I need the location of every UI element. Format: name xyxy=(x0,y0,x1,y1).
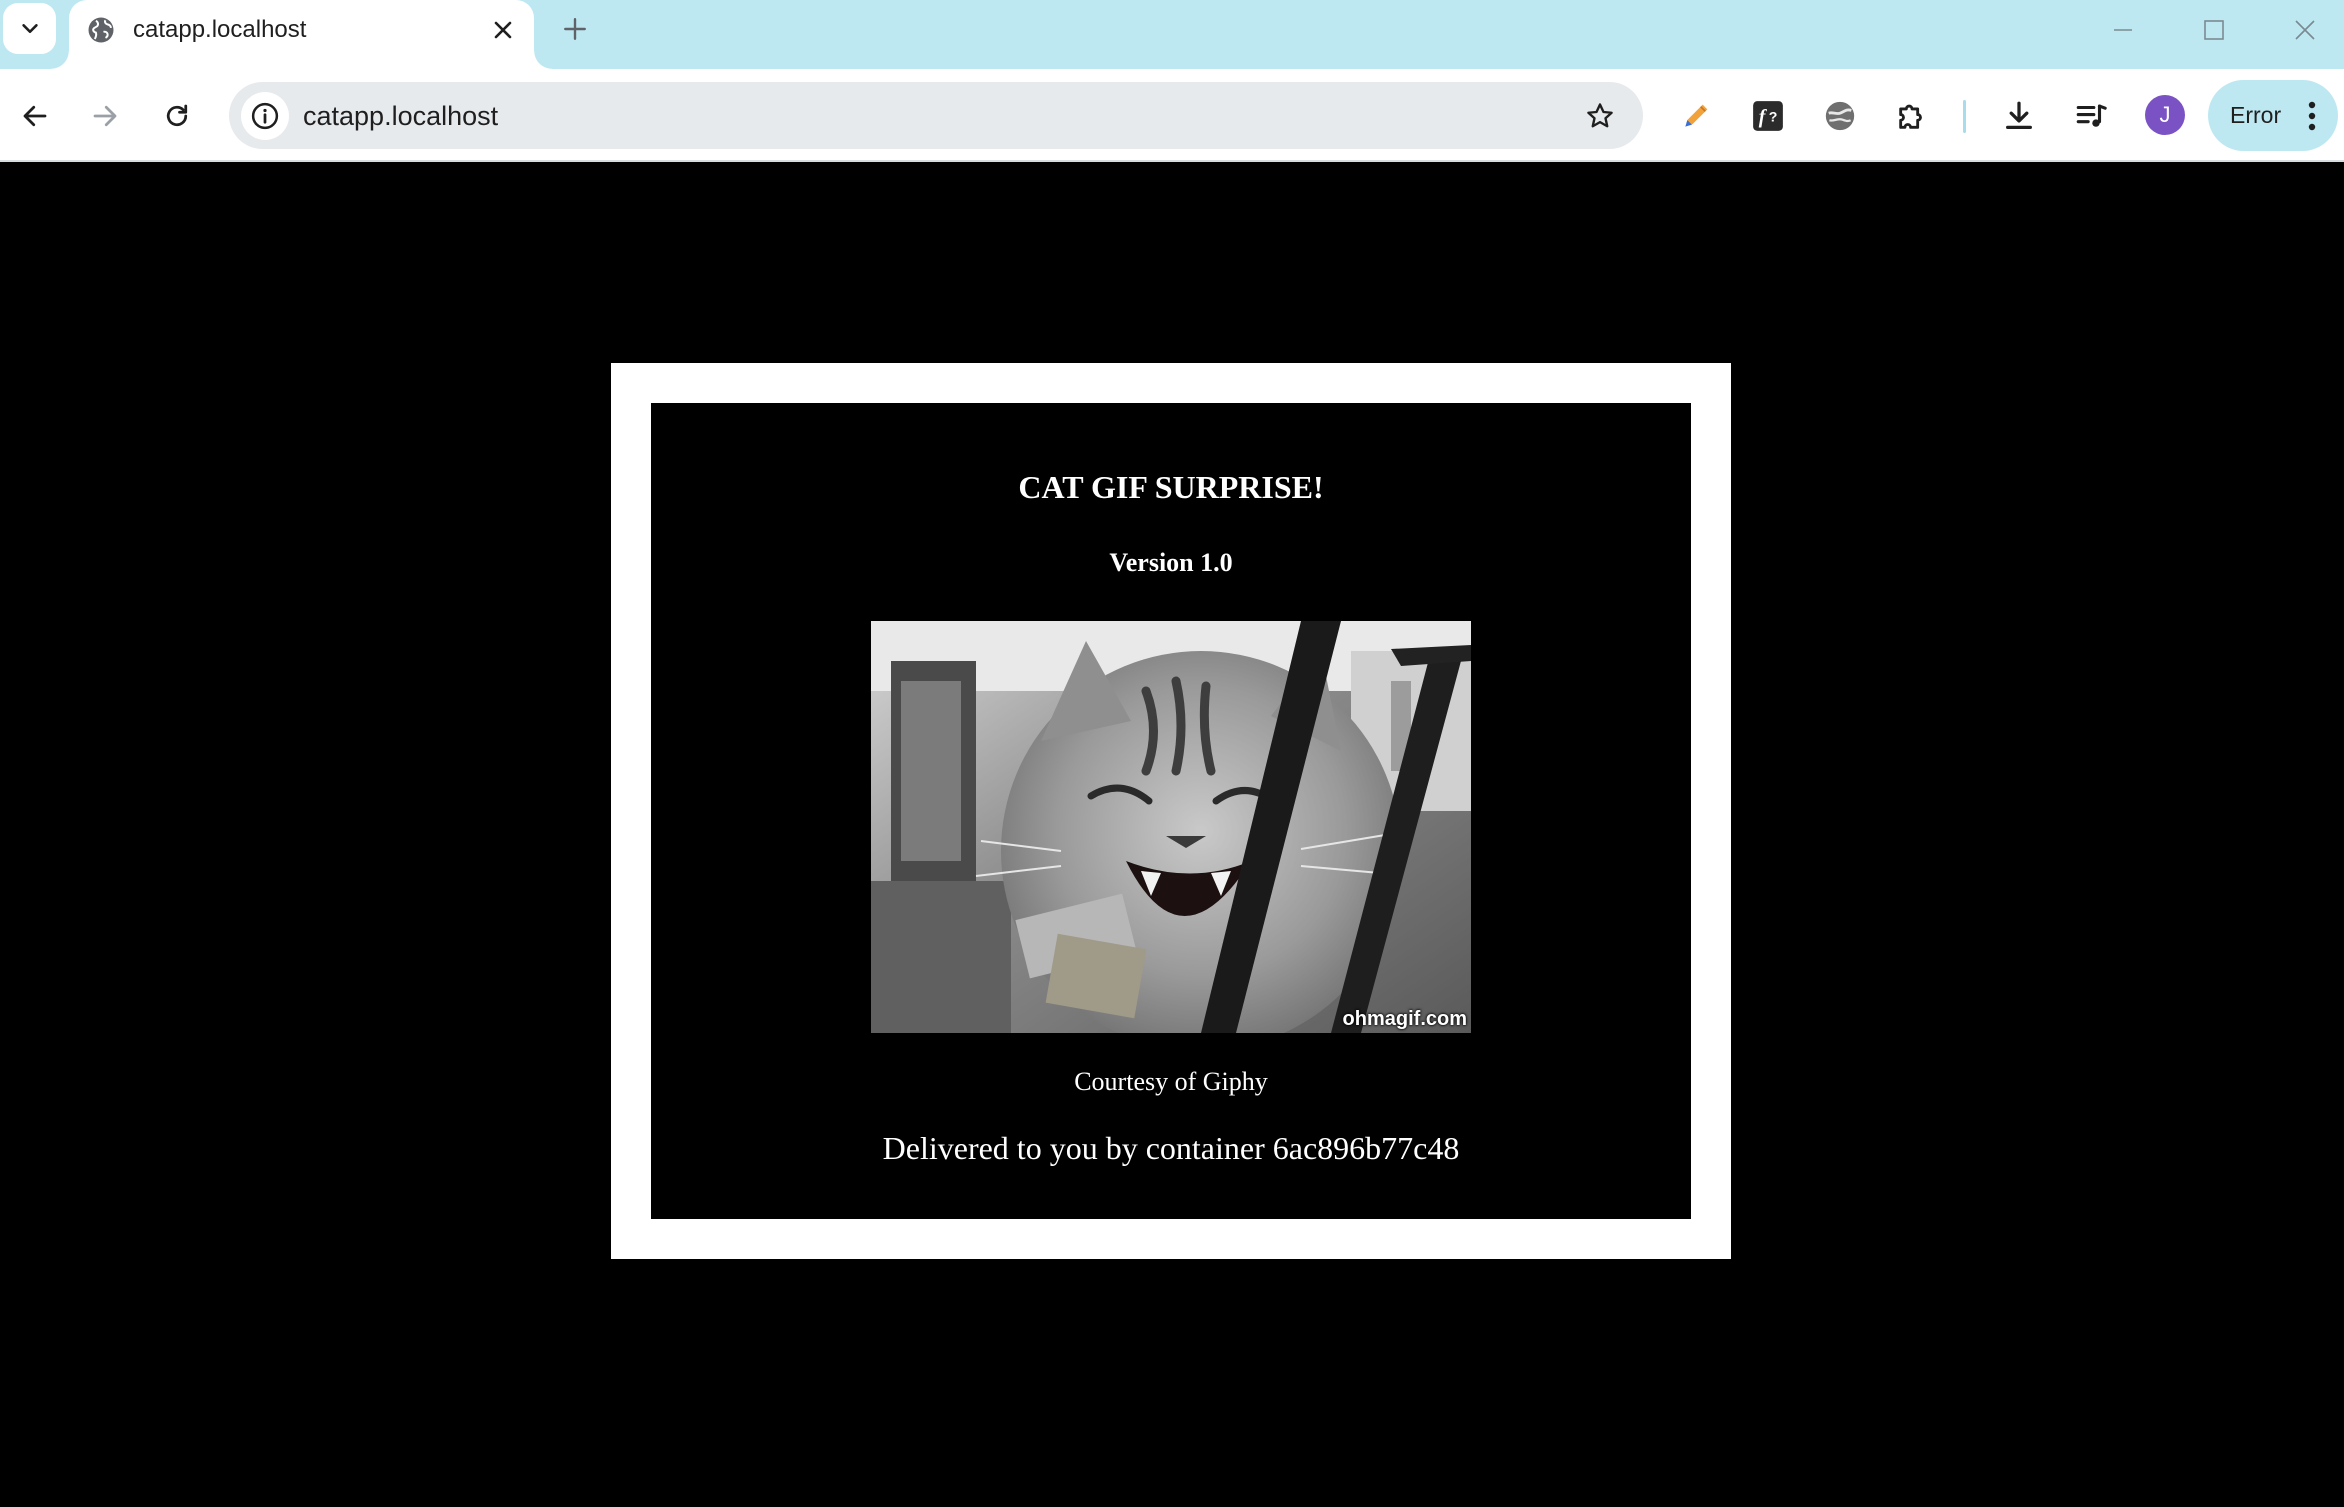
download-icon xyxy=(2002,99,2036,133)
profile-avatar[interactable]: J xyxy=(2145,95,2185,135)
chevron-down-icon xyxy=(19,18,41,40)
new-tab-button[interactable] xyxy=(555,9,595,49)
error-label: Error xyxy=(2230,102,2282,128)
reload-button[interactable] xyxy=(154,93,200,139)
globe-extension-button[interactable] xyxy=(1817,93,1863,139)
bookmark-button[interactable] xyxy=(1579,95,1621,137)
minimize-icon xyxy=(2112,19,2134,41)
function-extension-button[interactable]: f ? xyxy=(1745,93,1791,139)
star-icon xyxy=(1585,101,1615,131)
maximize-button[interactable] xyxy=(2184,6,2244,54)
reload-icon xyxy=(162,101,192,131)
page-title: CAT GIF SURPRISE! xyxy=(1018,469,1324,505)
version-label: Version 1.0 xyxy=(1109,548,1233,577)
page-viewport: CAT GIF SURPRISE! Version 1.0 ohmagif.co… xyxy=(0,162,2344,1507)
close-icon[interactable] xyxy=(486,13,520,47)
toolbar: catapp.localhost f ? J Error xyxy=(0,69,2344,162)
toolbar-separator xyxy=(1963,100,1966,133)
cat-gif-image: ohmagif.com xyxy=(871,621,1471,1033)
tab-search-button[interactable] xyxy=(3,3,56,54)
image-watermark: ohmagif.com xyxy=(1342,1008,1467,1030)
url-text[interactable]: catapp.localhost xyxy=(303,100,498,132)
maximize-icon xyxy=(2203,19,2225,41)
tab-title: catapp.localhost xyxy=(133,16,307,43)
arrow-right-icon xyxy=(90,101,120,131)
back-button[interactable] xyxy=(12,93,58,139)
tab-catapp[interactable]: catapp.localhost xyxy=(51,0,552,69)
globe-icon xyxy=(1823,99,1857,133)
tab-strip: catapp.localhost xyxy=(0,0,2344,69)
forward-button[interactable] xyxy=(82,93,128,139)
content-panel: CAT GIF SURPRISE! Version 1.0 ohmagif.co… xyxy=(651,403,1691,1219)
content-frame: CAT GIF SURPRISE! Version 1.0 ohmagif.co… xyxy=(611,363,1731,1259)
close-icon xyxy=(2294,19,2316,41)
site-info-button[interactable] xyxy=(241,92,289,140)
minimize-button[interactable] xyxy=(2093,6,2153,54)
close-window-button[interactable] xyxy=(2275,6,2335,54)
media-queue-icon xyxy=(2074,99,2108,133)
extensions-button[interactable] xyxy=(1889,93,1935,139)
arrow-left-icon xyxy=(20,101,50,131)
globe-icon xyxy=(86,15,116,45)
puzzle-icon xyxy=(1895,99,1929,133)
pen-icon xyxy=(1680,100,1712,132)
plus-icon xyxy=(562,16,588,42)
function-icon: f ? xyxy=(1751,99,1785,133)
delivered-by-text: Delivered to you by container 6ac896b77c… xyxy=(882,1130,1460,1166)
svg-text:?: ? xyxy=(1769,110,1778,126)
media-controls-button[interactable] xyxy=(2068,93,2114,139)
address-bar[interactable]: catapp.localhost xyxy=(229,82,1643,149)
downloads-button[interactable] xyxy=(1996,93,2042,139)
courtesy-text: Courtesy of Giphy xyxy=(1074,1067,1268,1096)
profile-initial: J xyxy=(2159,102,2171,127)
pen-extension-button[interactable] xyxy=(1673,93,1719,139)
error-status-chip[interactable]: Error xyxy=(2208,80,2338,151)
info-icon xyxy=(250,101,280,131)
more-vertical-icon[interactable] xyxy=(2302,101,2322,131)
